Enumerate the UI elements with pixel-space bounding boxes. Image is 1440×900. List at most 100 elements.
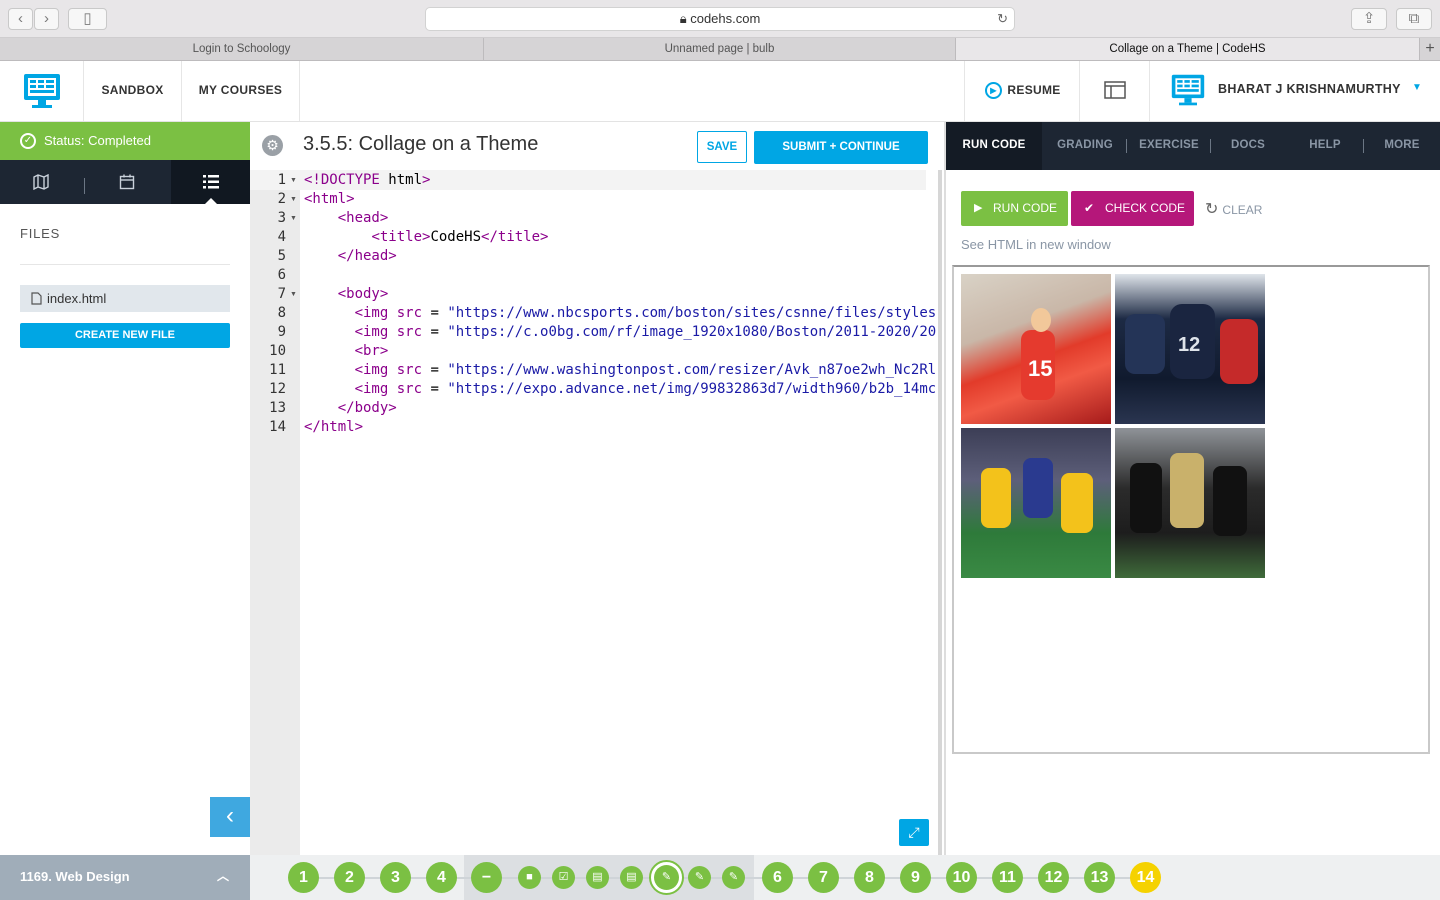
code-line[interactable]: </html>	[304, 419, 938, 435]
calendar-icon[interactable]	[86, 160, 168, 204]
nav-sandbox[interactable]: SANDBOX	[84, 61, 182, 121]
collapse-lesson-minus-icon[interactable]: −	[471, 862, 502, 893]
code-line[interactable]: <html>	[304, 191, 938, 207]
editor-splitter[interactable]	[938, 170, 942, 855]
line-number: 13	[269, 400, 286, 416]
code-line[interactable]: <img src = "https://www.nbcsports.com/bo…	[304, 305, 938, 321]
output-tabs: RUN CODE GRADING EXERCISE DOCS HELP MORE	[946, 122, 1440, 170]
map-icon[interactable]	[0, 160, 82, 204]
browser-tab[interactable]: Unnamed page | bulb	[484, 38, 956, 60]
window-icon[interactable]	[1080, 61, 1150, 121]
lesson-step-6[interactable]: 6	[762, 862, 793, 893]
football-photo-4	[1115, 428, 1265, 578]
document-icon[interactable]: ▤	[586, 866, 609, 889]
sidebar-tabs	[0, 160, 250, 205]
fold-arrow-icon[interactable]: ▼	[290, 215, 297, 222]
back-icon[interactable]: ‹	[8, 8, 33, 30]
code-line[interactable]: <!DOCTYPE html>	[304, 172, 938, 188]
code-line[interactable]: </body>	[304, 400, 938, 416]
browser-tabs: Login to Schoology Unnamed page | bulb C…	[0, 38, 1440, 61]
video-icon[interactable]: ■	[518, 866, 541, 889]
lesson-step-14[interactable]: 14	[1130, 862, 1161, 893]
bottom-bar: 1169. Web Design ︿	[0, 855, 1440, 900]
user-name[interactable]: BHARAT J KRISHNAMURTHY	[1218, 82, 1401, 96]
lesson-step-11[interactable]: 11	[992, 862, 1023, 893]
lesson-step-10[interactable]: 10	[946, 862, 977, 893]
sidebar-toggle-icon[interactable]: ▯	[68, 8, 107, 30]
tab-exercise[interactable]: EXERCISE	[1128, 122, 1210, 170]
address-bar[interactable]: 🔒︎ codehs.com ↻	[425, 7, 1015, 31]
lesson-step-3[interactable]: 3	[380, 862, 411, 893]
line-number: 6	[277, 267, 286, 283]
resume-button[interactable]: ▶ RESUME	[964, 61, 1080, 121]
pencil-icon[interactable]: ✎	[688, 866, 711, 889]
divider	[1363, 139, 1364, 153]
user-avatar-icon[interactable]	[1170, 71, 1206, 114]
pencil-icon[interactable]: ✎	[722, 866, 745, 889]
see-html-link[interactable]: See HTML in new window	[961, 237, 1111, 252]
clear-button[interactable]: ↻ CLEAR	[1205, 199, 1262, 219]
divider	[1126, 139, 1127, 153]
lesson-step-13[interactable]: 13	[1084, 862, 1115, 893]
line-number: 7	[277, 286, 286, 302]
forward-icon[interactable]: ›	[34, 8, 59, 30]
browser-toolbar: ‹ › ▯ 🔒︎ codehs.com ↻ ⇪ ⧉	[0, 0, 1440, 38]
lesson-step-9[interactable]: 9	[900, 862, 931, 893]
code-line[interactable]: <head>	[304, 210, 938, 226]
pencil-icon-current[interactable]: ✎	[654, 865, 679, 890]
run-code-label: RUN CODE	[993, 201, 1058, 215]
files-heading: FILES	[20, 226, 61, 241]
nav-my-courses[interactable]: MY COURSES	[182, 61, 300, 121]
file-item-index[interactable]: index.html	[20, 285, 230, 312]
check-code-button[interactable]: ✔ CHECK CODE	[1071, 191, 1194, 226]
line-number: 9	[277, 324, 286, 340]
share-icon[interactable]: ⇪	[1351, 8, 1387, 30]
tab-help[interactable]: HELP	[1286, 122, 1364, 170]
tab-grading[interactable]: GRADING	[1042, 122, 1128, 170]
code-line[interactable]: <title>CodeHS</title>	[304, 229, 938, 245]
code-line[interactable]: </head>	[304, 248, 938, 264]
save-button[interactable]: SAVE	[697, 131, 747, 163]
browser-tab[interactable]: Login to Schoology	[0, 38, 484, 60]
tab-docs[interactable]: DOCS	[1210, 122, 1286, 170]
code-line[interactable]: <br>	[304, 343, 938, 359]
create-new-file-button[interactable]: CREATE NEW FILE	[20, 323, 230, 348]
lesson-step-2[interactable]: 2	[334, 862, 365, 893]
output-frame: 15 12	[952, 265, 1430, 754]
chevron-down-icon[interactable]: ▼	[1412, 82, 1422, 93]
file-list-icon[interactable]	[171, 160, 250, 205]
fold-arrow-icon[interactable]: ▼	[290, 177, 297, 184]
lock-icon: 🔒︎	[679, 11, 691, 26]
tabs-overview-icon[interactable]: ⧉	[1396, 8, 1432, 30]
code-line[interactable]: <img src = "https://c.o0bg.com/rf/image_…	[304, 324, 938, 340]
run-code-button[interactable]: ▶ RUN CODE	[961, 191, 1068, 226]
fold-arrow-icon[interactable]: ▼	[290, 196, 297, 203]
lesson-step-12[interactable]: 12	[1038, 862, 1069, 893]
new-tab-icon[interactable]: +	[1420, 38, 1440, 60]
quiz-check-icon[interactable]: ☑	[552, 866, 575, 889]
document-icon[interactable]: ▤	[620, 866, 643, 889]
settings-gear-icon[interactable]: ⚙	[262, 135, 283, 156]
submit-continue-button[interactable]: SUBMIT + CONTINUE	[754, 131, 928, 164]
tab-run-code[interactable]: RUN CODE	[946, 122, 1042, 170]
code-line[interactable]: <body>	[304, 286, 938, 302]
lesson-step-8[interactable]: 8	[854, 862, 885, 893]
browser-tab-active[interactable]: Collage on a Theme | CodeHS	[956, 38, 1420, 60]
check-code-label: CHECK CODE	[1105, 201, 1186, 215]
check-circle-icon: ✓	[20, 133, 36, 149]
code-line[interactable]: <img src = "https://www.washingtonpost.c…	[304, 362, 938, 378]
lesson-step-1[interactable]: 1	[288, 862, 319, 893]
fullscreen-expand-icon[interactable]: ⤢	[899, 819, 929, 846]
line-number: 4	[277, 229, 286, 245]
code-line[interactable]: <img src = "https://expo.advance.net/img…	[304, 381, 938, 397]
lesson-step-7[interactable]: 7	[808, 862, 839, 893]
course-selector[interactable]: 1169. Web Design ︿	[0, 855, 250, 900]
course-name: 1169. Web Design	[20, 869, 130, 884]
divider	[20, 264, 230, 265]
collapse-sidebar-chevron-left-icon[interactable]: ‹	[210, 797, 250, 837]
tab-more[interactable]: MORE	[1364, 122, 1440, 170]
lesson-step-4[interactable]: 4	[426, 862, 457, 893]
reload-icon[interactable]: ↻	[997, 8, 1008, 30]
fold-arrow-icon[interactable]: ▼	[290, 291, 297, 298]
codehs-logo[interactable]	[0, 61, 84, 121]
